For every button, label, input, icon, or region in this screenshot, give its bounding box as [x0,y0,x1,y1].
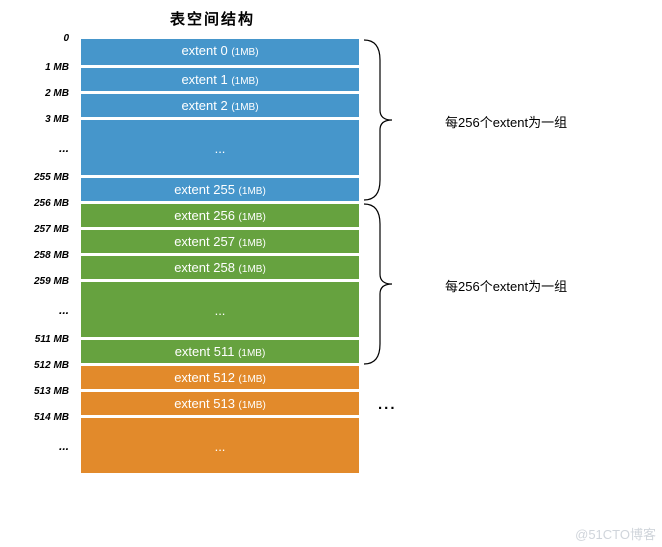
extent-258: 258 MB extent 258 (1MB) [81,253,359,279]
extent-511: 511 MB extent 511 (1MB) [81,337,359,363]
offset-label-0: 0 [63,27,69,51]
side-ellipsis: ... [378,396,397,413]
extent-512: 512 MB extent 512 (1MB) [81,363,359,389]
offset-label-255: 255 MB [34,166,69,190]
offset-label-ell3: ... [59,417,69,475]
extent-2: 2 MB extent 2 (1MB) [81,91,359,117]
brace-group-2 [362,202,402,366]
extent-255: 255 MB extent 255 (1MB) [81,175,359,201]
extent-257: 257 MB extent 257 (1MB) [81,227,359,253]
extent-513: 513 MB extent 513 (1MB) [81,389,359,415]
extent-ellipsis-3: 514 MB ... ... [81,415,359,473]
watermark: @51CTO博客 [575,524,656,543]
offset-label-512: 512 MB [34,354,69,378]
annotation-group-2: 每256个extent为一组 [445,276,567,295]
offset-label-1: 1 MB [45,56,69,80]
extent-ellipsis-2: 259 MB ... ... [81,279,359,337]
annotation-group-1: 每256个extent为一组 [445,112,567,131]
brace-group-1 [362,38,402,202]
offset-label-256: 256 MB [34,192,69,216]
extent-256: 256 MB extent 256 (1MB) [81,201,359,227]
extent-stack: 0 extent 0 (1MB) 1 MB extent 1 (1MB) 2 M… [80,38,360,474]
diagram-title: 表空间结构 [170,8,255,29]
offset-label-257: 257 MB [34,218,69,242]
extent-ellipsis-1: 3 MB ... ... [81,117,359,175]
offset-label-511: 511 MB [35,328,69,352]
extent-0: 0 extent 0 (1MB) [81,39,359,65]
extent-1: 1 MB extent 1 (1MB) [81,65,359,91]
